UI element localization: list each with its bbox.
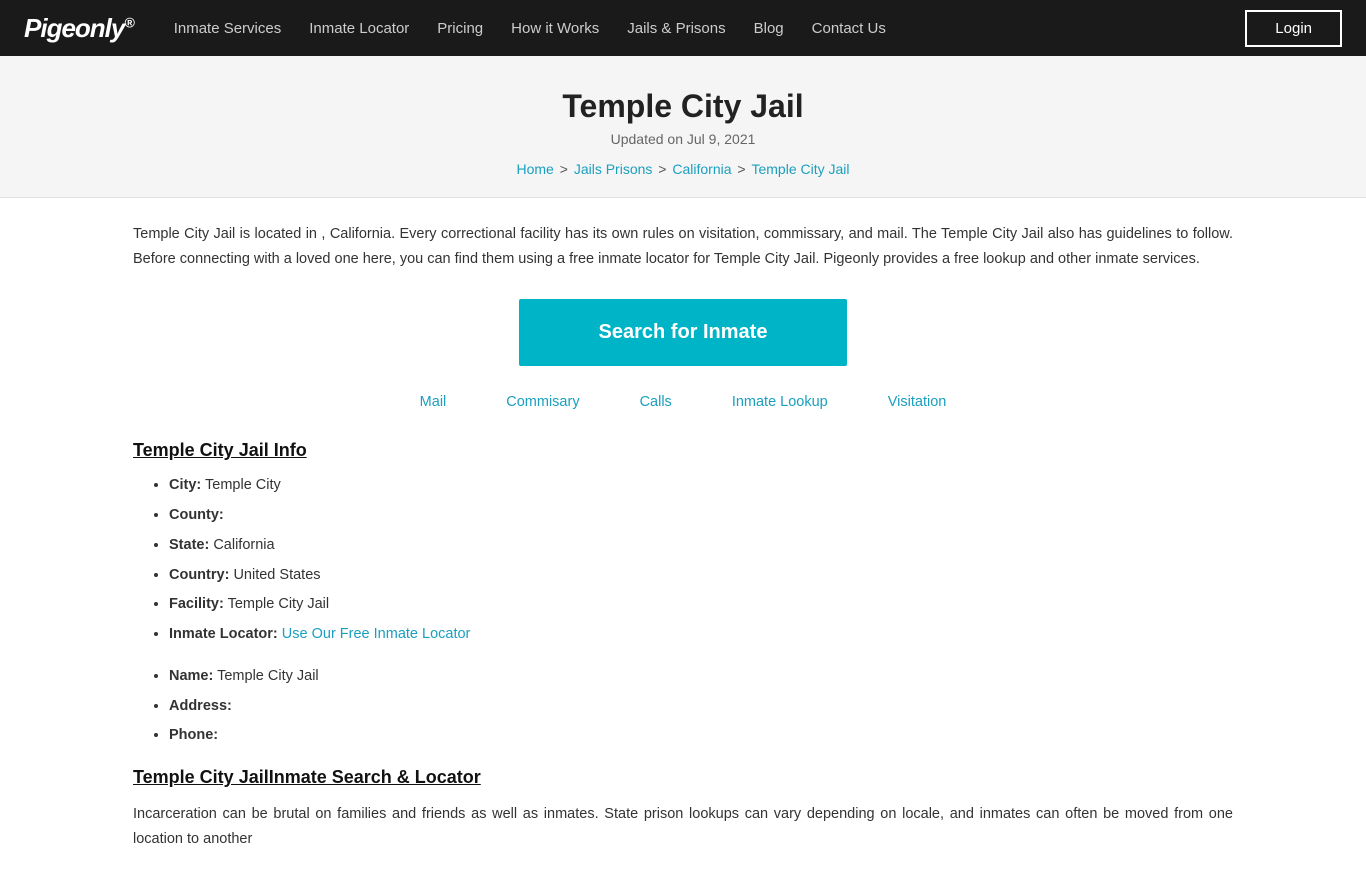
breadcrumb-jails[interactable]: Jails Prisons <box>574 161 653 177</box>
list-item: Phone: <box>169 725 1233 747</box>
breadcrumb-home[interactable]: Home <box>516 161 553 177</box>
list-item: Name: Temple City Jail <box>169 666 1233 688</box>
nav-links: Inmate Services Inmate Locator Pricing H… <box>174 20 1246 37</box>
county-label: County: <box>169 507 224 523</box>
contact-list: Name: Temple City Jail Address: Phone: <box>133 666 1233 747</box>
how-it-works-link[interactable]: How it Works <box>511 20 599 37</box>
search-section: Temple City JailInmate Search & Locator … <box>133 767 1233 851</box>
breadcrumb-sep-2: > <box>658 161 670 177</box>
city-value: Temple City <box>205 477 281 493</box>
search-section-description: Incarceration can be brutal on families … <box>133 802 1233 851</box>
contact-us-link[interactable]: Contact Us <box>812 20 886 37</box>
inmate-locator-label: Inmate Locator: <box>169 626 278 642</box>
country-value: United States <box>233 567 320 583</box>
breadcrumb-state[interactable]: California <box>672 161 731 177</box>
calls-tab[interactable]: Calls <box>640 394 672 410</box>
search-btn-wrapper: Search for Inmate <box>133 299 1233 366</box>
logo-registered: ® <box>124 14 133 30</box>
inmate-locator-link[interactable]: Inmate Locator <box>309 20 409 37</box>
breadcrumb-sep-3: > <box>737 161 749 177</box>
inmate-services-link[interactable]: Inmate Services <box>174 20 282 37</box>
breadcrumb-sep-1: > <box>560 161 572 177</box>
search-section-title: Temple City JailInmate Search & Locator <box>133 767 1233 788</box>
navbar: Pigeonly® Inmate Services Inmate Locator… <box>0 0 1366 56</box>
list-item: Inmate Locator: Use Our Free Inmate Loca… <box>169 624 1233 646</box>
description-text: Temple City Jail is located in , Califor… <box>133 222 1233 271</box>
inmate-lookup-tab[interactable]: Inmate Lookup <box>732 394 828 410</box>
name-label: Name: <box>169 668 213 684</box>
facility-value: Temple City Jail <box>228 596 330 612</box>
breadcrumb-current: Temple City Jail <box>751 161 849 177</box>
city-label: City: <box>169 477 201 493</box>
inmate-locator-link-detail[interactable]: Use Our Free Inmate Locator <box>282 626 471 642</box>
page-header: Temple City Jail Updated on Jul 9, 2021 … <box>0 56 1366 198</box>
phone-label: Phone: <box>169 727 218 743</box>
visitation-tab[interactable]: Visitation <box>888 394 947 410</box>
page-title: Temple City Jail <box>20 88 1346 125</box>
state-value: California <box>213 537 274 553</box>
sub-navigation: Mail Commisary Calls Inmate Lookup Visit… <box>133 394 1233 410</box>
jail-info-section: Temple City Jail Info City: Temple City … <box>133 440 1233 646</box>
site-logo: Pigeonly® <box>24 13 134 44</box>
page-updated: Updated on Jul 9, 2021 <box>20 131 1346 147</box>
list-item: City: Temple City <box>169 475 1233 497</box>
blog-link[interactable]: Blog <box>754 20 784 37</box>
pricing-link[interactable]: Pricing <box>437 20 483 37</box>
list-item: Country: United States <box>169 565 1233 587</box>
list-item: Address: <box>169 696 1233 718</box>
main-content: Temple City Jail is located in , Califor… <box>93 198 1273 895</box>
mail-tab[interactable]: Mail <box>420 394 447 410</box>
facility-label: Facility: <box>169 596 224 612</box>
country-label: Country: <box>169 567 229 583</box>
jail-info-title: Temple City Jail Info <box>133 440 1233 461</box>
jail-info-list: City: Temple City County: State: Califor… <box>133 475 1233 646</box>
name-value: Temple City Jail <box>217 668 319 684</box>
search-for-inmate-button[interactable]: Search for Inmate <box>519 299 848 366</box>
list-item: County: <box>169 505 1233 527</box>
breadcrumb: Home > Jails Prisons > California > Temp… <box>20 161 1346 177</box>
list-item: State: California <box>169 535 1233 557</box>
login-button[interactable]: Login <box>1245 10 1342 47</box>
list-item: Facility: Temple City Jail <box>169 594 1233 616</box>
contact-section: Name: Temple City Jail Address: Phone: <box>133 666 1233 747</box>
commisary-tab[interactable]: Commisary <box>506 394 579 410</box>
address-label: Address: <box>169 698 232 714</box>
state-label: State: <box>169 537 209 553</box>
jails-prisons-link[interactable]: Jails & Prisons <box>627 20 725 37</box>
